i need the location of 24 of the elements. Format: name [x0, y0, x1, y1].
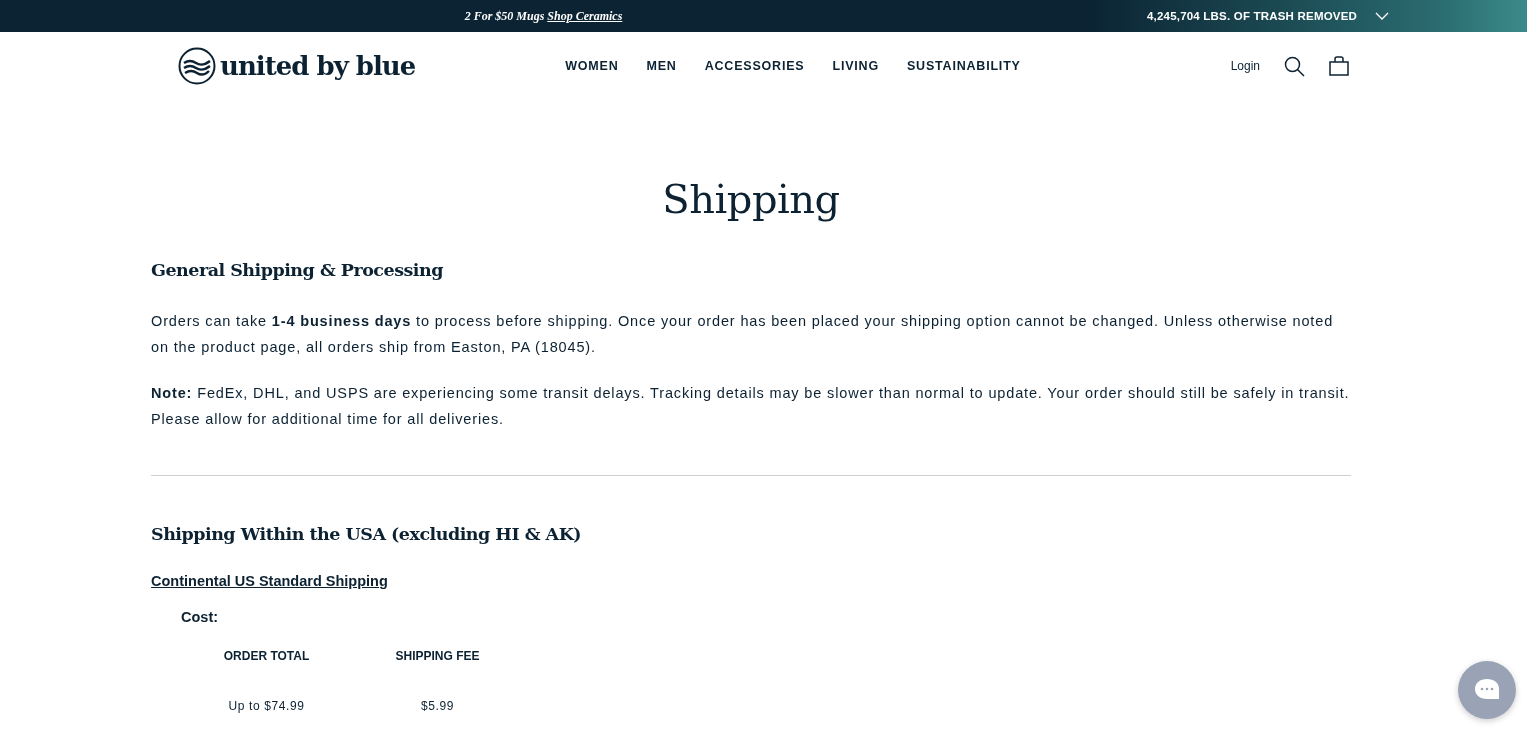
nav-link[interactable]: SUSTAINABILITY [906, 59, 1021, 73]
nav-link[interactable]: MEN [646, 59, 677, 73]
page-title: Shipping [661, 176, 841, 222]
table-cell-text: Up to $74.99 [227, 699, 306, 713]
column-header: ORDER TOTAL [222, 649, 311, 665]
section-heading: General Shipping & Processing [151, 260, 444, 280]
chat-bubble-icon [1474, 678, 1500, 702]
paragraph: Note: FedEx, DHL, and USPS are experiencing some transit delays. Tracking details may be slower than normal to update. Your order should still be safely in transit. Please allow for additional time for all deliveries. [151, 384, 1351, 429]
table-cell-text: $5.99 [420, 699, 455, 713]
nav-link[interactable]: ACCESSORIES [704, 59, 805, 73]
promo-text: 2 For $50 Mugs Shop Ceramics [463, 8, 624, 24]
column-header: SHIPPING FEE [394, 649, 481, 665]
paragraph: Orders can take 1-4 business days to process before shipping. Once your order has been placed your shipping option cannot be changed. Unless otherwise noted on the product page, all orders ship from Easton, PA (18045). [151, 312, 1335, 357]
search-icon[interactable] [1284, 55, 1305, 77]
chevron-down-icon [1375, 12, 1390, 20]
nav-link[interactable]: WOMEN [565, 59, 619, 73]
section-heading: Shipping Within the USA (excluding HI & AK) [151, 524, 583, 544]
shop-link[interactable]: Shop Ceramics [547, 8, 623, 23]
subheading-link[interactable]: Continental US Standard Shipping [151, 573, 388, 589]
nav-link[interactable]: LIVING [832, 59, 879, 73]
login-link[interactable]: Login [1230, 59, 1260, 73]
logo[interactable]: united by blue [178, 47, 416, 85]
cost-label: Cost: [181, 609, 220, 625]
bag-icon[interactable] [1329, 56, 1349, 76]
